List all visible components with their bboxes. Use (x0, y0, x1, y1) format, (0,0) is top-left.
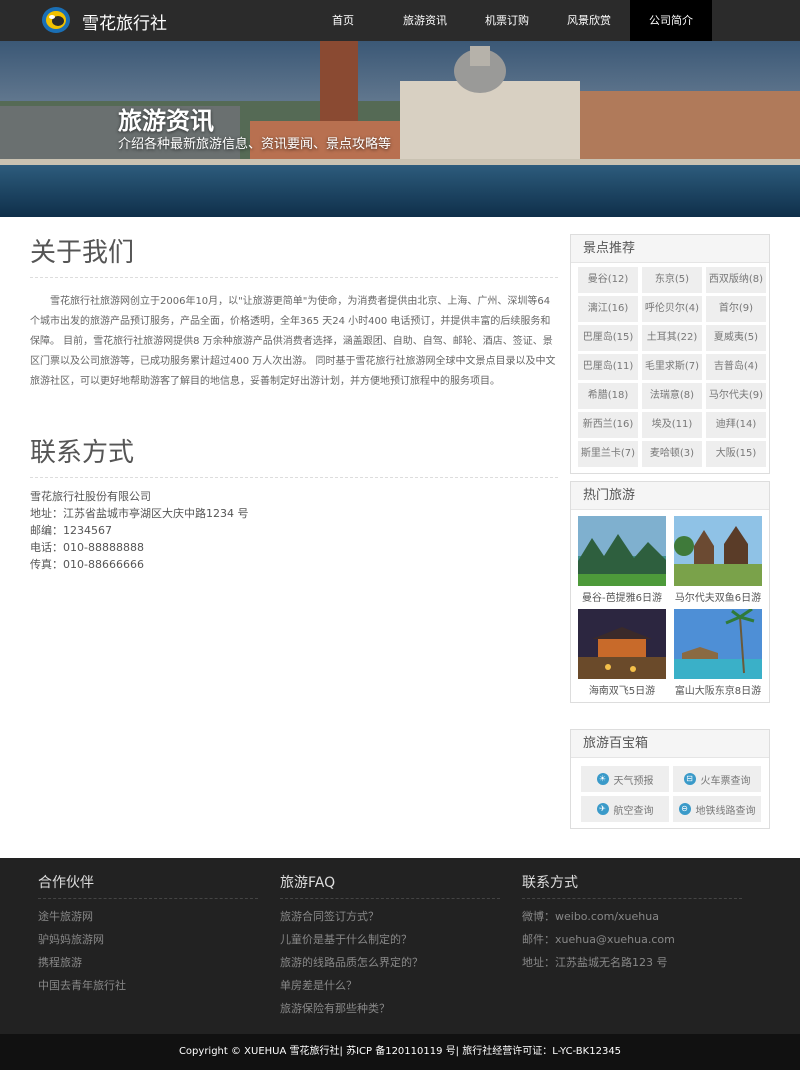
spot-tag[interactable]: 马尔代夫(9) (706, 383, 766, 409)
footer-faq-title: 旅游FAQ (280, 872, 500, 899)
tour-photo[interactable] (578, 516, 666, 586)
copyright-bar: Copyright © XUEHUA 雪花旅行社| 苏ICP 备12011011… (0, 1034, 800, 1070)
contact-title: 联系方式 (30, 432, 558, 478)
spot-tag[interactable]: 首尔(9) (706, 296, 766, 322)
spot-tag[interactable]: 巴厘岛(11) (578, 354, 638, 380)
spot-tag[interactable]: 吉普岛(4) (706, 354, 766, 380)
spots-tag-list: 曼谷(12) 东京(5) 西双版纳(8) 漓江(16) 呼伦贝尔(4) 首尔(9… (571, 263, 769, 473)
footer: 合作伙伴 途牛旅游网 驴妈妈旅游网 携程旅游 中国去青年旅行社 旅游FAQ 旅游… (0, 858, 800, 1034)
nav-company-profile[interactable]: 公司简介 (630, 0, 712, 41)
spot-tag[interactable]: 埃及(11) (642, 412, 702, 438)
footer-link[interactable]: 单房差是什么？ (280, 974, 500, 997)
travel-tools-panel: 旅游百宝箱 ☀ 天气预报 ⊟ 火车票查询 ✈ 航空查询 ⊖ 地铁线路查询 (570, 729, 770, 829)
spot-tag[interactable]: 大阪(15) (706, 441, 766, 467)
spot-tag[interactable]: 土耳其(22) (642, 325, 702, 351)
contact-address: 地址：江苏省盐城市亭湖区大庆中路1234 号 (30, 507, 249, 520)
spot-tag[interactable]: 巴厘岛(15) (578, 325, 638, 351)
footer-partners-title: 合作伙伴 (38, 872, 258, 899)
banner-subtitle: 介绍各种最新旅游信息、资讯要闻、景点攻略等 (118, 137, 392, 152)
hot-tour-caption[interactable]: 曼谷-芭提雅6日游 (578, 589, 666, 605)
nav-ticket-booking[interactable]: 机票订购 (466, 0, 548, 41)
subway-route-button[interactable]: ⊖ 地铁线路查询 (673, 796, 761, 822)
spot-tag[interactable]: 漓江(16) (578, 296, 638, 322)
hot-tours-grid: 曼谷-芭提雅6日游 马尔代夫双鱼6日游 海南双飞5日游 富山大阪东京8日游 (571, 510, 769, 702)
spot-tag[interactable]: 迪拜(14) (706, 412, 766, 438)
tour-photo[interactable] (674, 609, 762, 679)
spot-tag[interactable]: 新西兰(16) (578, 412, 638, 438)
top-header: 雪花旅行社 首页 旅游资讯 机票订购 风景欣赏 公司简介 (0, 0, 800, 41)
tour-photo[interactable] (674, 516, 762, 586)
hot-tour-card[interactable]: 富山大阪东京8日游 (674, 609, 762, 698)
spot-tag[interactable]: 毛里求斯(7) (642, 354, 702, 380)
footer-weibo[interactable]: 微博：weibo.com/xuehua (522, 905, 742, 928)
tour-photo[interactable] (578, 609, 666, 679)
footer-link[interactable]: 儿童价是基于什么制定的？ (280, 928, 500, 951)
brand-logo-icon[interactable] (40, 5, 72, 35)
nav-scenery[interactable]: 风景欣赏 (548, 0, 630, 41)
weather-icon: ☀ (596, 773, 609, 785)
spot-tag[interactable]: 曼谷(12) (578, 267, 638, 293)
hot-tours-title: 热门旅游 (571, 482, 769, 510)
nav-home[interactable]: 首页 (302, 0, 384, 41)
travel-tools-title: 旅游百宝箱 (571, 730, 769, 758)
spot-tag[interactable]: 斯里兰卡(7) (578, 441, 638, 467)
footer-link[interactable]: 中国去青年旅行社 (38, 974, 258, 997)
tool-label: 火车票查询 (700, 775, 751, 787)
footer-link[interactable]: 途牛旅游网 (38, 905, 258, 928)
contact-info: 雪花旅行社股份有限公司 地址：江苏省盐城市亭湖区大庆中路1234 号 邮编：12… (30, 488, 558, 573)
train-icon: ⊟ (683, 773, 696, 785)
hot-tour-caption[interactable]: 海南双飞5日游 (578, 682, 666, 698)
weather-button[interactable]: ☀ 天气预报 (581, 766, 669, 792)
footer-partners: 合作伙伴 途牛旅游网 驴妈妈旅游网 携程旅游 中国去青年旅行社 (38, 872, 258, 997)
footer-link[interactable]: 旅游的线路品质怎么界定的？ (280, 951, 500, 974)
footer-contact-title: 联系方式 (522, 872, 742, 899)
hot-tour-card[interactable]: 马尔代夫双鱼6日游 (674, 516, 762, 605)
train-ticket-button[interactable]: ⊟ 火车票查询 (673, 766, 761, 792)
contact-phone: 电话：010-88888888 (30, 541, 144, 554)
banner-title: 旅游资讯 (118, 107, 214, 135)
hot-tours-panel: 热门旅游 曼谷-芭提雅6日游 马尔代夫双鱼6日游 海南双飞5日游 富山大阪东京8… (570, 481, 770, 703)
plane-icon: ✈ (596, 803, 609, 815)
spot-tag[interactable]: 呼伦贝尔(4) (642, 296, 702, 322)
hot-tour-card[interactable]: 海南双飞5日游 (578, 609, 666, 698)
flight-query-button[interactable]: ✈ 航空查询 (581, 796, 669, 822)
footer-email[interactable]: 邮件：xuehua@xuehua.com (522, 928, 742, 951)
footer-link[interactable]: 旅游合同签订方式？ (280, 905, 500, 928)
travel-tools-grid: ☀ 天气预报 ⊟ 火车票查询 ✈ 航空查询 ⊖ 地铁线路查询 (571, 758, 769, 828)
footer-faq: 旅游FAQ 旅游合同签订方式？ 儿童价是基于什么制定的？ 旅游的线路品质怎么界定… (280, 872, 500, 1020)
footer-link[interactable]: 携程旅游 (38, 951, 258, 974)
subway-icon: ⊖ (678, 803, 691, 815)
spots-title: 景点推荐 (571, 235, 769, 263)
nav-travel-news[interactable]: 旅游资讯 (384, 0, 466, 41)
about-title: 关于我们 (30, 232, 558, 278)
footer-contact: 联系方式 微博：weibo.com/xuehua 邮件：xuehua@xuehu… (522, 872, 742, 974)
hot-tour-caption[interactable]: 马尔代夫双鱼6日游 (674, 589, 762, 605)
contact-company: 雪花旅行社股份有限公司 (30, 490, 151, 503)
spot-tag[interactable]: 东京(5) (642, 267, 702, 293)
contact-fax: 传真：010-88666666 (30, 558, 144, 571)
footer-link[interactable]: 旅游保险有那些种类？ (280, 997, 500, 1020)
main-content: 关于我们 雪花旅行社旅游网创立于2006年10月，以"让旅游更简单"为使命，为消… (30, 232, 558, 573)
about-text: 雪花旅行社旅游网创立于2006年10月，以"让旅游更简单"为使命，为消费者提供由… (30, 296, 556, 387)
tool-label: 地铁线路查询 (695, 805, 756, 817)
hot-tour-card[interactable]: 曼谷-芭提雅6日游 (578, 516, 666, 605)
spot-tag[interactable]: 法瑞意(8) (642, 383, 702, 409)
hot-tour-caption[interactable]: 富山大阪东京8日游 (674, 682, 762, 698)
footer-address: 地址：江苏盐城无名路123 号 (522, 956, 668, 969)
spots-panel: 景点推荐 曼谷(12) 东京(5) 西双版纳(8) 漓江(16) 呼伦贝尔(4)… (570, 234, 770, 474)
main-nav: 首页 旅游资讯 机票订购 风景欣赏 公司简介 (302, 0, 712, 41)
tool-label: 天气预报 (613, 775, 654, 787)
hero-banner: 旅游资讯 介绍各种最新旅游信息、资讯要闻、景点攻略等 (0, 41, 800, 217)
contact-postcode: 邮编：1234567 (30, 524, 112, 537)
footer-link[interactable]: 驴妈妈旅游网 (38, 928, 258, 951)
spot-tag[interactable]: 夏威夷(5) (706, 325, 766, 351)
spot-tag[interactable]: 麦哈顿(3) (642, 441, 702, 467)
brand-name[interactable]: 雪花旅行社 (82, 9, 167, 34)
spot-tag[interactable]: 希腊(18) (578, 383, 638, 409)
tool-label: 航空查询 (613, 805, 654, 817)
spot-tag[interactable]: 西双版纳(8) (706, 267, 766, 293)
